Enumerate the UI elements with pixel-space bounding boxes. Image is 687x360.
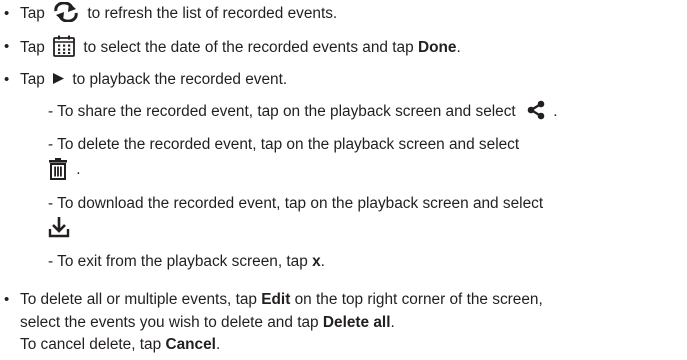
instruction-cancel-delete: To cancel delete, tap Cancel. <box>20 335 220 355</box>
text: select the events you wish to delete and… <box>20 314 319 331</box>
text: To cancel delete, tap <box>20 336 162 353</box>
download-icon <box>48 216 70 238</box>
text: . <box>456 39 461 57</box>
cancel-label: Cancel <box>165 336 216 353</box>
instruction-share: - To share the recorded event, tap on th… <box>48 100 558 122</box>
bullet: • <box>4 5 10 22</box>
bullet: • <box>4 38 10 55</box>
bullet: • <box>4 291 10 308</box>
text: - To delete the recorded event, tap on t… <box>48 136 520 153</box>
text: on the top right corner of the screen, <box>294 291 543 308</box>
text: Tap <box>20 5 45 23</box>
text: . <box>320 253 325 270</box>
text: . <box>553 103 558 121</box>
done-label: Done <box>417 39 457 57</box>
text: to playback the recorded event. <box>72 71 288 88</box>
refresh-icon <box>53 2 79 22</box>
instruction-download: - To download the recorded event, tap on… <box>48 194 543 214</box>
text: to select the date of the recorded event… <box>83 39 414 57</box>
share-icon <box>526 100 546 120</box>
calendar-icon <box>53 35 76 57</box>
delete-all-label: Delete all <box>322 314 391 331</box>
play-icon <box>52 72 65 85</box>
text: - To download the recorded event, tap on… <box>48 195 544 212</box>
text: . <box>215 336 221 353</box>
instruction-delete: - To delete the recorded event, tap on t… <box>48 135 519 155</box>
text: Tap <box>20 71 45 88</box>
text: Tap <box>20 39 45 57</box>
text: - To exit from the playback screen, tap <box>48 253 308 270</box>
edit-label: Edit <box>261 291 291 308</box>
bullet: • <box>4 71 10 88</box>
instruction-download-cont <box>48 216 70 238</box>
trash-icon <box>48 158 68 180</box>
text: . <box>390 314 395 331</box>
text: to refresh the list of recorded events. <box>87 5 338 23</box>
text: - To share the recorded event, tap on th… <box>48 103 516 121</box>
exit-key: x <box>312 253 321 270</box>
text: To delete all or multiple events, tap <box>20 291 257 308</box>
instruction-exit: - To exit from the playback screen, tap … <box>48 252 325 272</box>
instruction-delete-cont: . <box>48 158 81 181</box>
text: . <box>76 161 81 179</box>
instruction-multi-delete-l2: select the events you wish to delete and… <box>20 313 395 333</box>
